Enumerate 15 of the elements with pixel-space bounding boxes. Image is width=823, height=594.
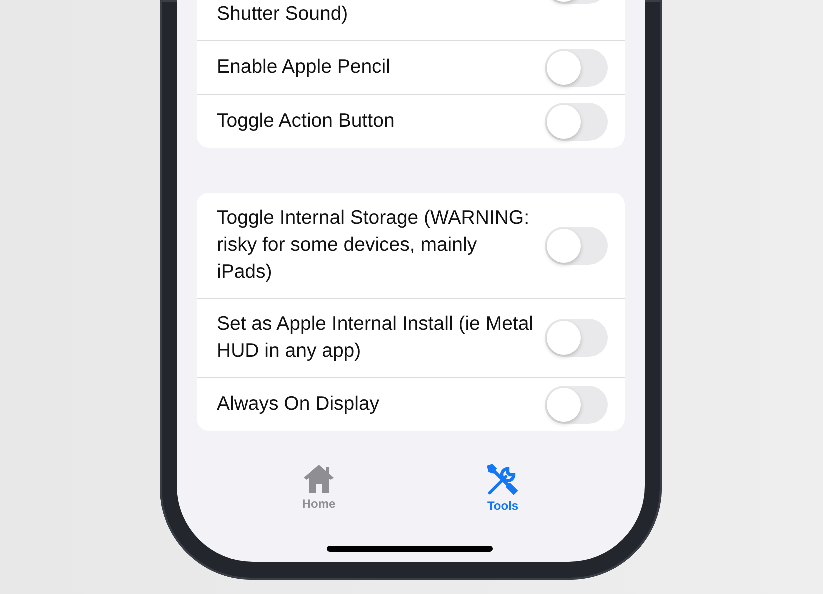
toggle-switch[interactable]: [545, 386, 608, 424]
setting-label: Enable Apple Pencil: [217, 55, 390, 80]
tab-bar-item[interactable]: Tools: [486, 463, 520, 513]
toggle-switch[interactable]: [545, 102, 608, 140]
setting-label: Toggle Internal Storage (WARNING: risky for some devices, mainly iPads): [217, 206, 530, 285]
toggle-switch[interactable]: [545, 319, 608, 357]
home-icon: [302, 463, 336, 495]
toggle-switch[interactable]: [545, 48, 608, 86]
setting-label: Set as Apple Internal Install (ie Metal HUD in any app): [217, 312, 535, 364]
setting-label: Shutter Sound): [217, 2, 348, 27]
setting-label: Always On Display: [217, 392, 380, 417]
tab-bar-item[interactable]: Home: [302, 463, 336, 513]
setting-label: Toggle Action Button: [217, 109, 395, 134]
tools-icon: [486, 463, 520, 497]
toggle-switch[interactable]: [545, 226, 608, 264]
